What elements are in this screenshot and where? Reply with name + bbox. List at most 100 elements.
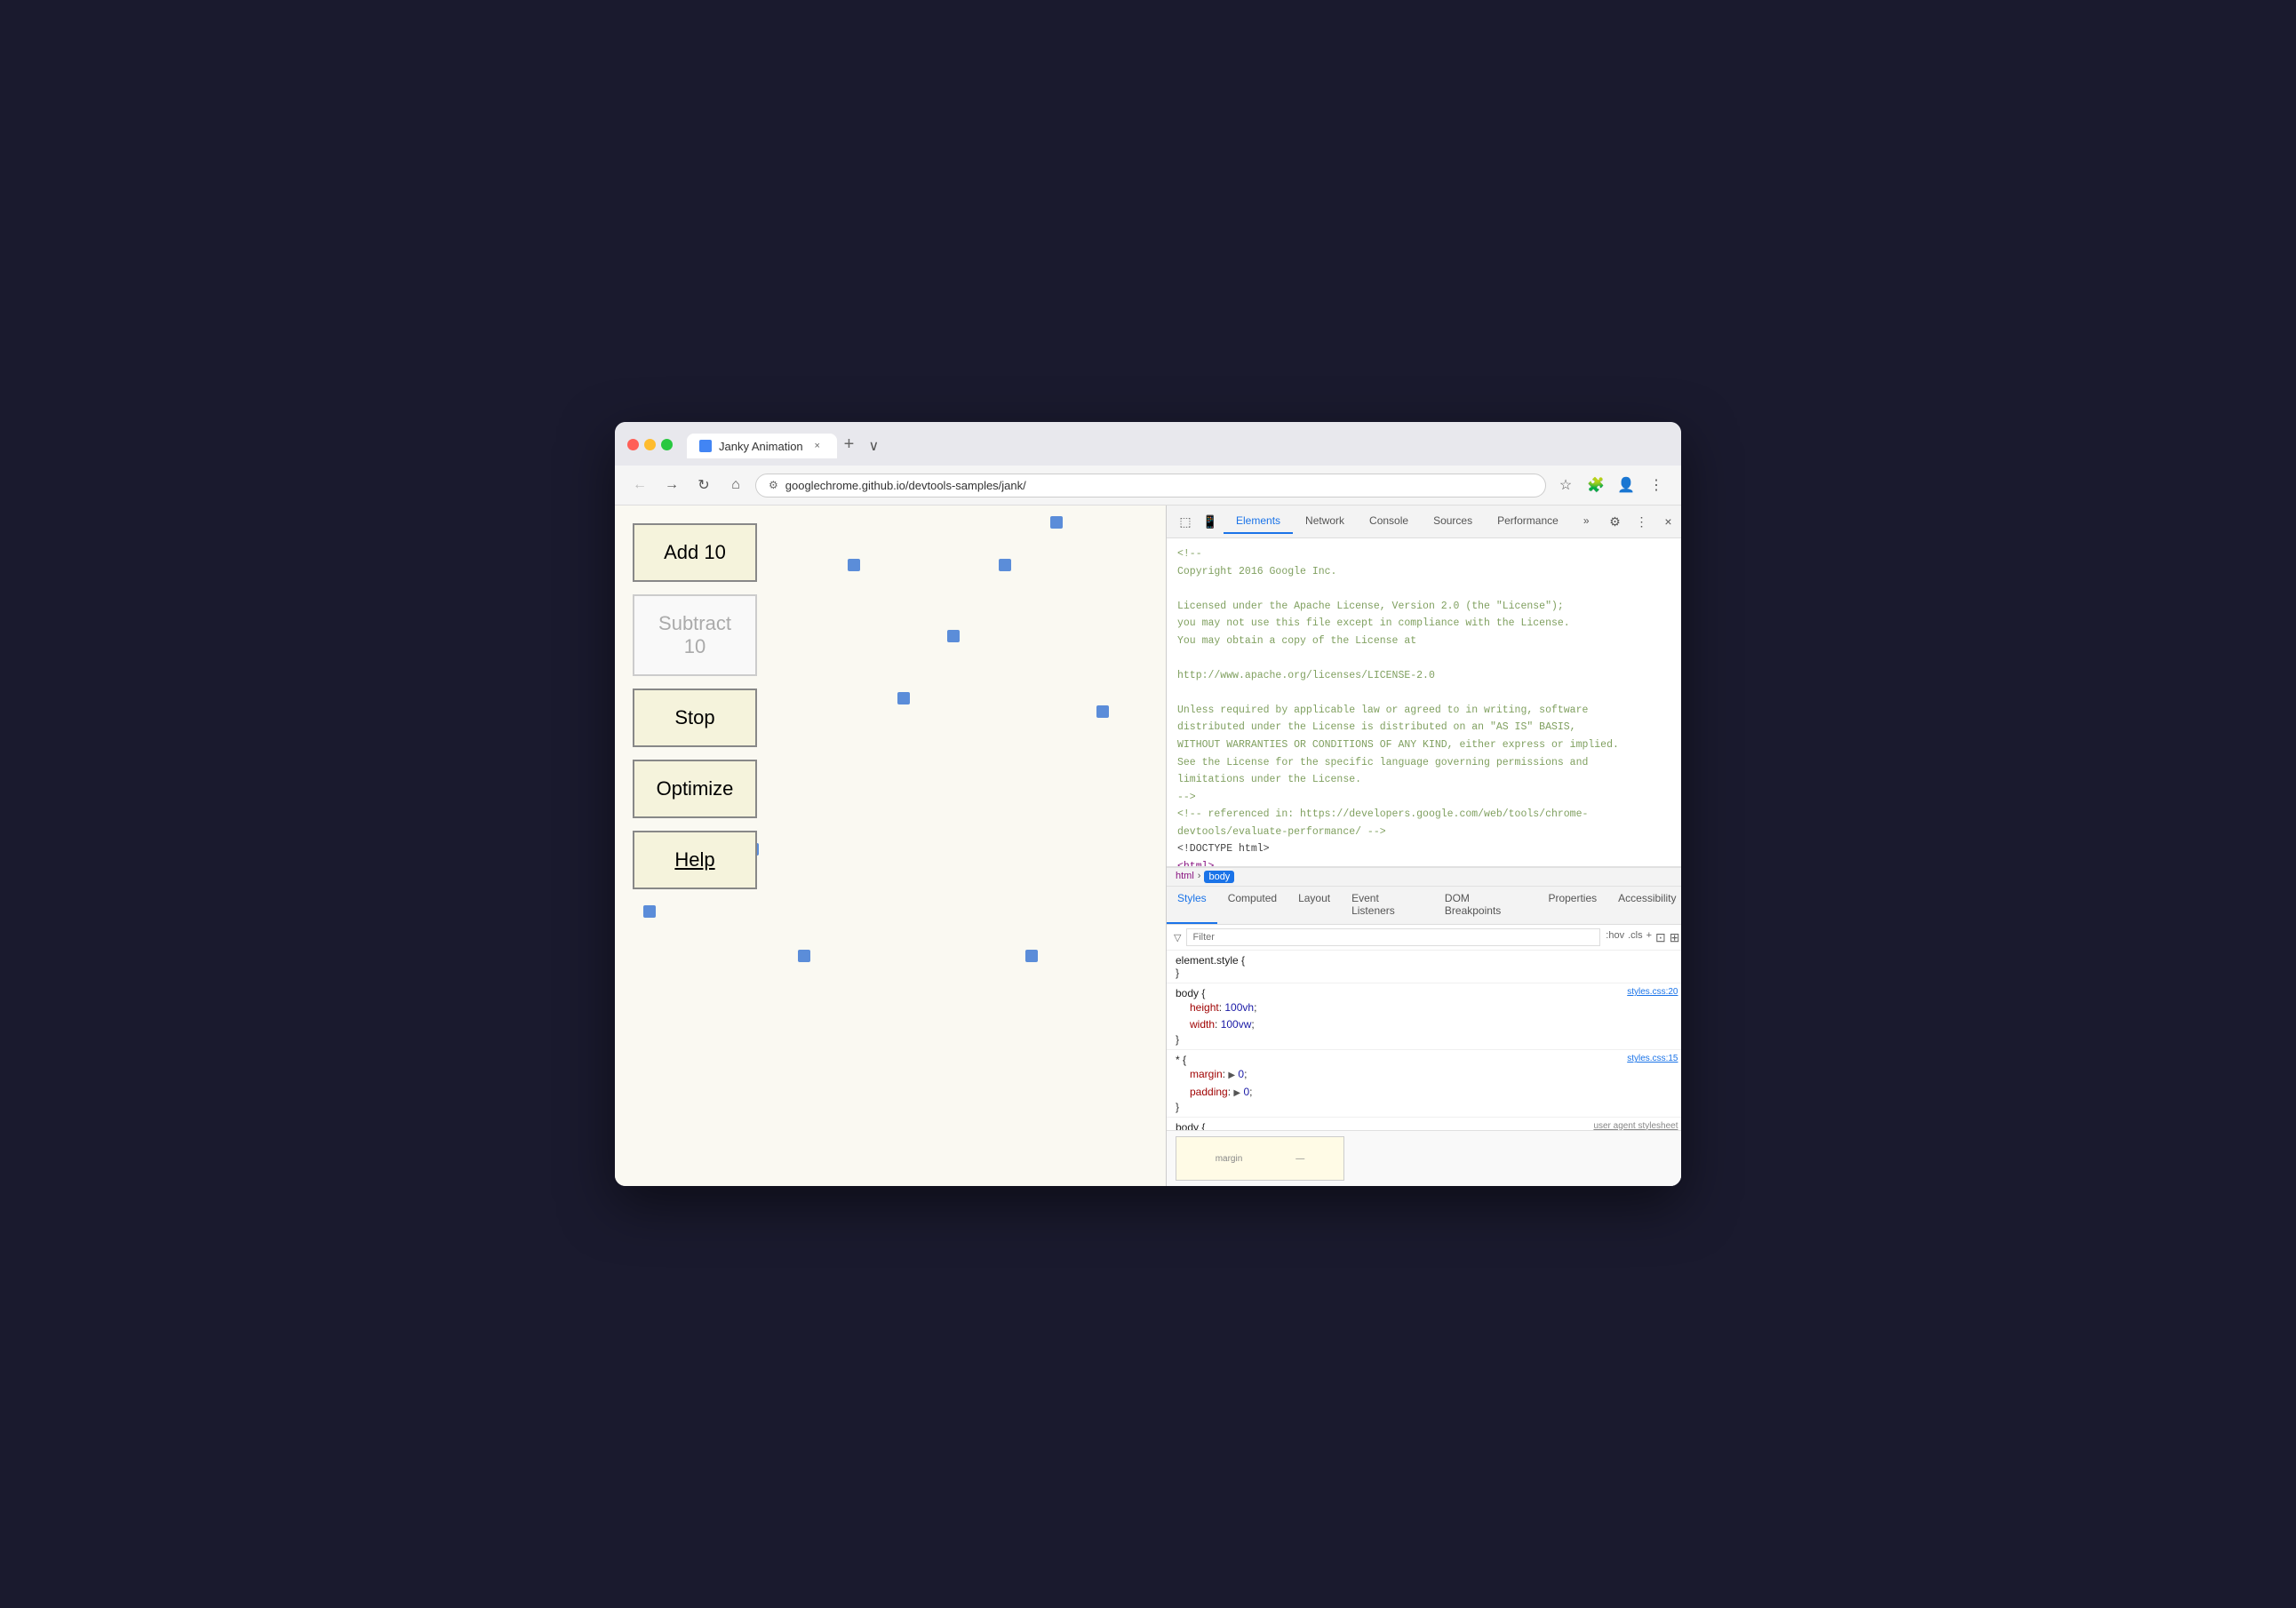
minimize-traffic-light[interactable] (644, 439, 656, 450)
help-button[interactable]: Help (633, 831, 757, 889)
breadcrumb-html[interactable]: html (1176, 871, 1194, 883)
profile-button[interactable]: 👤 (1614, 473, 1638, 498)
filter-add[interactable]: + (1646, 930, 1652, 945)
extensions-button[interactable]: 🧩 (1583, 473, 1608, 498)
html-blank3 (1177, 684, 1677, 702)
html-license1: Licensed under the Apache License, Versi… (1177, 598, 1677, 616)
reload-button[interactable]: ↻ (691, 473, 716, 498)
devtools-panel: ⬚ 📱 Elements Network Console Sources (1166, 505, 1681, 1186)
maximize-traffic-light[interactable] (661, 439, 673, 450)
menu-button[interactable]: ⋮ (1644, 473, 1669, 498)
devtools-tab-sources[interactable]: Sources (1421, 509, 1485, 534)
styles-tabs: Styles Computed Layout Event Listeners D… (1167, 887, 1681, 925)
blue-dot-4 (947, 630, 960, 642)
browser-tab[interactable]: Janky Animation × (687, 434, 837, 458)
devtools-tab-network[interactable]: Network (1293, 509, 1357, 534)
html-license3: You may obtain a copy of the License at (1177, 633, 1677, 650)
devtools-settings-button[interactable]: ⚙ (1604, 510, 1627, 533)
blue-dot-5 (897, 692, 910, 704)
styles-tab-styles[interactable]: Styles (1167, 887, 1217, 924)
html-license6: WITHOUT WARRANTIES OR CONDITIONS OF ANY … (1177, 736, 1677, 754)
address-bar[interactable]: ⚙ googlechrome.github.io/devtools-sample… (755, 474, 1546, 498)
html-license8: limitations under the License. (1177, 771, 1677, 789)
css-prop-height: height: 100vh; (1176, 999, 1678, 1016)
bookmark-button[interactable]: ☆ (1553, 473, 1578, 498)
box-model-dash: — (1295, 1154, 1304, 1164)
devtools-options-button[interactable]: ⋮ (1630, 510, 1654, 533)
css-rule-element-style: element.style { } (1167, 951, 1681, 983)
filter-cls[interactable]: .cls (1628, 930, 1643, 945)
subtract-10-button[interactable]: Subtract 10 (633, 594, 757, 676)
address-security-icon: ⚙ (769, 479, 778, 491)
tab-close-button[interactable]: × (810, 439, 825, 453)
devtools-tab-more[interactable]: » (1571, 509, 1602, 534)
css-prop-padding: padding: ▶ 0; (1176, 1084, 1678, 1101)
css-selector-body-1: body { (1176, 987, 1205, 999)
breadcrumb-body[interactable]: body (1204, 871, 1234, 883)
filter-actions: :hov .cls + ⊡ ⊞ (1606, 930, 1679, 945)
optimize-button[interactable]: Optimize (633, 760, 757, 818)
new-tab-button[interactable]: + (837, 431, 862, 458)
add-10-button[interactable]: Add 10 (633, 523, 757, 582)
css-selector-star: * { (1176, 1054, 1186, 1066)
filter-icon-1[interactable]: ⊡ (1655, 930, 1666, 945)
blue-dot-2 (848, 559, 860, 571)
blue-dot-1 (1050, 516, 1063, 529)
page-content: Add 10 Subtract 10 Stop Optimize Help (615, 505, 1166, 1186)
filter-input[interactable] (1186, 928, 1600, 946)
html-blank1 (1177, 580, 1677, 598)
blue-dot-9 (798, 950, 810, 962)
css-close-star: } (1176, 1101, 1678, 1113)
styles-tab-dom-breakpoints[interactable]: DOM Breakpoints (1434, 887, 1538, 924)
stop-button[interactable]: Stop (633, 689, 757, 747)
styles-tab-accessibility[interactable]: Accessibility (1607, 887, 1681, 924)
devtools-inspect-icon[interactable]: ⬚ (1174, 510, 1197, 533)
box-model-bar: margin — (1167, 1130, 1681, 1186)
tab-favicon (699, 440, 712, 452)
css-selector-body-2: body { (1176, 1121, 1205, 1130)
css-selector-element-style: element.style { (1176, 954, 1678, 967)
address-text: googlechrome.github.io/devtools-samples/… (785, 479, 1533, 492)
devtools-tab-performance[interactable]: Performance (1485, 509, 1571, 534)
html-source: <!-- Copyright 2016 Google Inc. Licensed… (1167, 538, 1681, 867)
html-doctype: <!DOCTYPE html> (1177, 840, 1677, 858)
devtools-close-button[interactable]: × (1657, 510, 1680, 533)
styles-tab-layout[interactable]: Layout (1288, 887, 1341, 924)
styles-tab-computed[interactable]: Computed (1217, 887, 1288, 924)
browser-toolbar: ← → ↻ ⌂ ⚙ googlechrome.github.io/devtool… (615, 466, 1681, 505)
css-origin-star[interactable]: styles.css:15 (1627, 1054, 1678, 1063)
blue-dot-8 (643, 905, 656, 918)
html-ref-comment: <!-- referenced in: https://developers.g… (1177, 806, 1677, 840)
box-model-preview: margin — (1176, 1136, 1344, 1181)
blue-dot-10 (1025, 950, 1038, 962)
devtools-tab-elements[interactable]: Elements (1224, 509, 1293, 534)
html-license4: Unless required by applicable law or agr… (1177, 702, 1677, 720)
devtools-device-icon[interactable]: 📱 (1199, 510, 1222, 533)
browser-window: Janky Animation × + ∨ ← → ↻ ⌂ ⚙ googlech… (615, 422, 1681, 1186)
styles-tab-event-listeners[interactable]: Event Listeners (1341, 887, 1434, 924)
css-prop-margin: margin: ▶ 0; (1176, 1066, 1678, 1083)
styles-tab-properties[interactable]: Properties (1537, 887, 1607, 924)
css-rule-body-2: body { user agent stylesheet display: bl… (1167, 1118, 1681, 1130)
filter-icon: ▽ (1174, 932, 1181, 943)
home-button[interactable]: ⌂ (723, 473, 748, 498)
css-origin-body-2: user agent stylesheet (1593, 1121, 1678, 1130)
css-rule-star: * { styles.css:15 margin: ▶ 0; padding: … (1167, 1050, 1681, 1117)
devtools-breadcrumb: html › body (1167, 867, 1681, 887)
html-license2: you may not use this file except in comp… (1177, 615, 1677, 633)
forward-button[interactable]: → (659, 473, 684, 498)
devtools-tab-console[interactable]: Console (1357, 509, 1421, 534)
close-traffic-light[interactable] (627, 439, 639, 450)
back-button[interactable]: ← (627, 473, 652, 498)
html-open-tag[interactable]: <html> (1177, 858, 1677, 867)
css-prop-width: width: 100vw; (1176, 1016, 1678, 1033)
devtools-toolbar: ⬚ 📱 Elements Network Console Sources (1167, 505, 1681, 538)
filter-icon-2[interactable]: ⊞ (1670, 930, 1680, 945)
html-comment-end: --> (1177, 789, 1677, 807)
css-origin-body-1[interactable]: styles.css:20 (1627, 987, 1678, 997)
blue-dot-3 (999, 559, 1011, 571)
filter-hov[interactable]: :hov (1606, 930, 1624, 945)
html-license-url: http://www.apache.org/licenses/LICENSE-2… (1177, 667, 1677, 685)
window-controls-button[interactable]: ∨ (861, 434, 886, 458)
html-license5: distributed under the License is distrib… (1177, 719, 1677, 736)
